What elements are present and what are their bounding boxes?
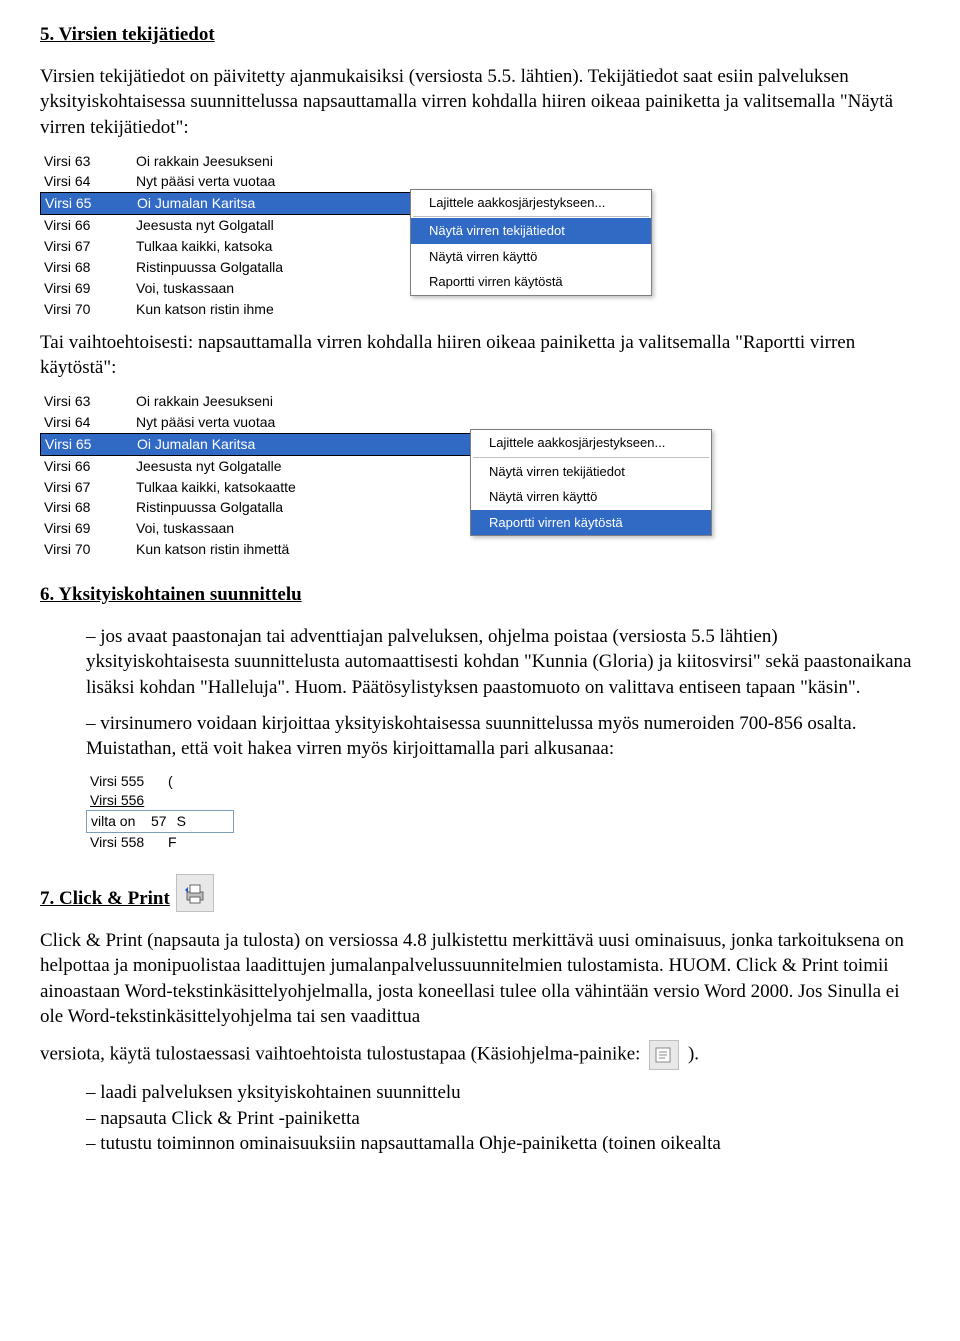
hymn-number: Virsi 69 — [44, 279, 122, 298]
hymn-number: Virsi 68 — [44, 498, 122, 517]
screenshot-usage-report: Virsi 63 Oi rakkain Jeesukseni Virsi 64 … — [40, 391, 920, 560]
search-input-text: vilta on — [91, 812, 141, 831]
hymn-number: Virsi 556 — [90, 791, 158, 810]
list-item[interactable]: Virsi 63 Oi rakkain Jeesukseni — [40, 391, 648, 412]
hymn-title-fragment: S — [177, 812, 186, 831]
menu-item-usage-report[interactable]: Raportti virren käytöstä — [471, 510, 711, 536]
hymn-number-fragment: 57 — [151, 812, 167, 831]
hymn-number: Virsi 68 — [44, 258, 122, 277]
menu-separator — [413, 216, 649, 217]
section-7-bullet-3: – tutustu toiminnon ominaisuuksiin napsa… — [86, 1131, 920, 1157]
hymn-title: Voi, tuskassaan — [136, 279, 234, 298]
manual-program-button-icon — [649, 1040, 679, 1070]
hymn-title-fragment: ( — [168, 772, 173, 791]
section-7-bullet-2: – napsauta Click & Print -painiketta — [86, 1106, 920, 1132]
hymn-number: Virsi 558 — [90, 833, 158, 852]
hymn-number: Virsi 67 — [44, 237, 122, 256]
list-item[interactable]: Virsi 70 Kun katson ristin ihme — [40, 299, 648, 320]
hymn-number: Virsi 69 — [44, 519, 122, 538]
list-item[interactable]: Virsi 556 — [86, 791, 234, 810]
hymn-title: Tulkaa kaikki, katsoka — [136, 237, 272, 256]
search-input-row[interactable]: vilta on 57 S — [86, 810, 234, 833]
section-5-paragraph-1: Virsien tekijätiedot on päivitetty ajanm… — [40, 64, 920, 141]
hymn-title: Nyt pääsi verta vuotaa — [136, 413, 275, 432]
hymn-number: Virsi 63 — [44, 392, 122, 411]
menu-separator — [473, 457, 709, 458]
hymn-number: Virsi 65 — [45, 194, 123, 213]
hymn-list[interactable]: Virsi 63 Oi rakkain Jeesukseni Virsi 64 … — [40, 391, 648, 560]
hymn-number: Virsi 555 — [90, 772, 158, 791]
hymn-title: Jeesusta nyt Golgatall — [136, 216, 274, 235]
hymn-number: Virsi 67 — [44, 478, 122, 497]
context-menu: Lajittele aakkosjärjestykseen... Näytä v… — [470, 429, 712, 536]
list-item[interactable]: Virsi 558 F — [86, 833, 234, 852]
screenshot-author-info: Virsi 63 Oi rakkain Jeesukseni Virsi 64 … — [40, 151, 920, 320]
hymn-number: Virsi 65 — [45, 435, 123, 454]
hymn-title: Jeesusta nyt Golgatalle — [136, 457, 282, 476]
hymn-title-fragment: F — [168, 833, 177, 852]
section-7-heading: 7. Click & Print — [40, 874, 920, 912]
hymn-number: Virsi 70 — [44, 300, 122, 319]
section-6-bullet-2: – virsinumero voidaan kirjoittaa yksityi… — [86, 711, 920, 762]
menu-item-show-author[interactable]: Näytä virren tekijätiedot — [471, 459, 711, 485]
hymn-number: Virsi 70 — [44, 540, 122, 559]
list-item[interactable]: Virsi 63 Oi rakkain Jeesukseni — [40, 151, 648, 172]
hymn-title: Kun katson ristin ihmettä — [136, 540, 289, 559]
hymn-number: Virsi 63 — [44, 152, 122, 171]
menu-item-sort[interactable]: Lajittele aakkosjärjestykseen... — [411, 190, 651, 216]
hymn-number: Virsi 66 — [44, 216, 122, 235]
section-6-bullet-1: – jos avaat paastonajan tai adventtiajan… — [86, 624, 920, 701]
screenshot-search-input: Virsi 555 ( Virsi 556 vilta on 57 S Virs… — [86, 772, 234, 852]
section-7-paragraph-1b: versiota, käytä tulostaessasi vaihtoehto… — [40, 1040, 920, 1070]
print-icon — [176, 874, 214, 912]
hymn-title: Nyt pääsi verta vuotaa — [136, 172, 275, 191]
hymn-title: Voi, tuskassaan — [136, 519, 234, 538]
hymn-title: Oi Jumalan Karitsa — [137, 194, 255, 213]
hymn-list[interactable]: Virsi 63 Oi rakkain Jeesukseni Virsi 64 … — [40, 151, 648, 320]
hymn-title: Kun katson ristin ihme — [136, 300, 274, 319]
hymn-title: Oi Jumalan Karitsa — [137, 435, 255, 454]
section-7-paragraph-1a: Click & Print (napsauta ja tulosta) on v… — [40, 928, 920, 1031]
list-item[interactable]: Virsi 555 ( — [86, 772, 234, 791]
section-7-bullet-1: – laadi palveluksen yksityiskohtainen su… — [86, 1080, 920, 1106]
menu-item-usage-report[interactable]: Raportti virren käytöstä — [411, 269, 651, 295]
hymn-title: Tulkaa kaikki, katsokaatte — [136, 478, 296, 497]
section-5-paragraph-2: Tai vaihtoehtoisesti: napsauttamalla vir… — [40, 330, 920, 381]
text-after-icon: ). — [688, 1043, 699, 1064]
hymn-number: Virsi 64 — [44, 413, 122, 432]
menu-item-show-usage[interactable]: Näytä virren käyttö — [471, 484, 711, 510]
hymn-title: Ristinpuussa Golgatalla — [136, 498, 283, 517]
hymn-number: Virsi 64 — [44, 172, 122, 191]
section-7-heading-text: 7. Click & Print — [40, 886, 170, 912]
hymn-title: Ristinpuussa Golgatalla — [136, 258, 283, 277]
menu-item-show-usage[interactable]: Näytä virren käyttö — [411, 244, 651, 270]
hymn-title: Oi rakkain Jeesukseni — [136, 392, 273, 411]
section-5-heading: 5. Virsien tekijätiedot — [40, 22, 920, 48]
hymn-number: Virsi 66 — [44, 457, 122, 476]
list-item[interactable]: Virsi 70 Kun katson ristin ihmettä — [40, 539, 648, 560]
hymn-title: Oi rakkain Jeesukseni — [136, 152, 273, 171]
menu-item-show-author[interactable]: Näytä virren tekijätiedot — [411, 218, 651, 244]
section-6-heading: 6. Yksityiskohtainen suunnittelu — [40, 582, 920, 608]
text-before-icon: versiota, käytä tulostaessasi vaihtoehto… — [40, 1043, 640, 1064]
menu-item-sort[interactable]: Lajittele aakkosjärjestykseen... — [471, 430, 711, 456]
context-menu: Lajittele aakkosjärjestykseen... Näytä v… — [410, 189, 652, 296]
